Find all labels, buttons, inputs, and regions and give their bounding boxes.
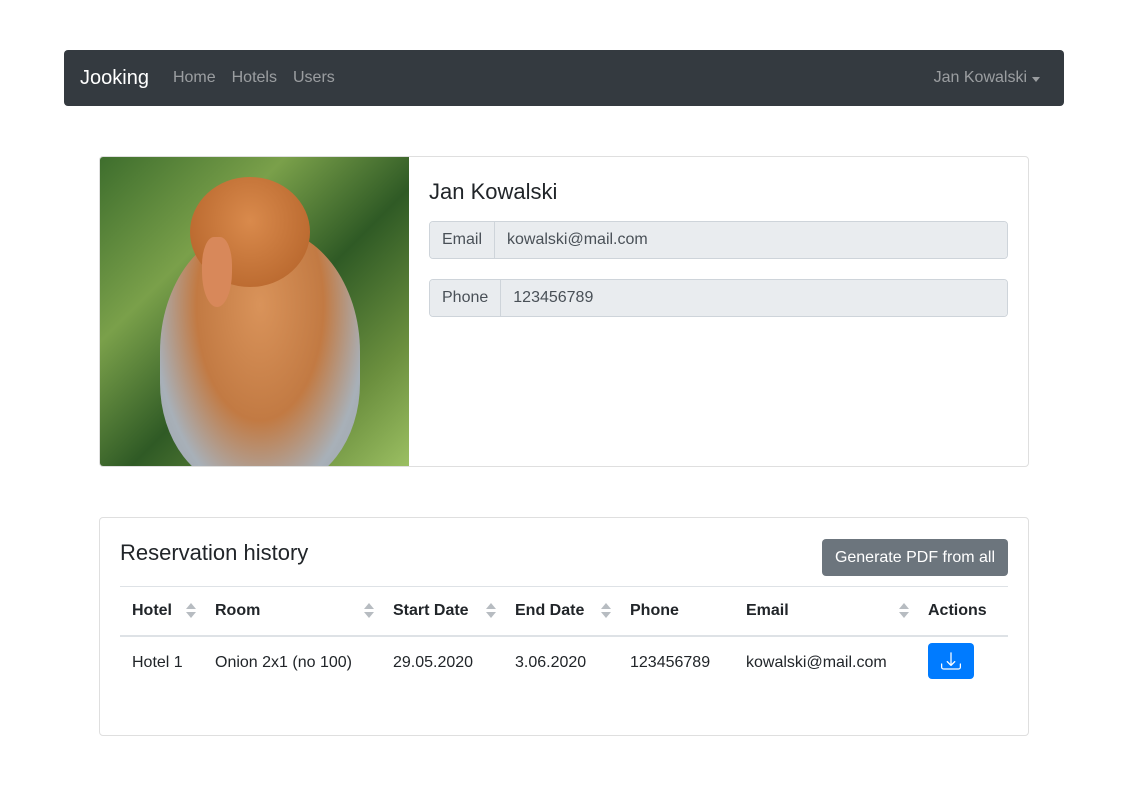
sort-icon bbox=[186, 603, 196, 619]
profile-name: Jan Kowalski bbox=[429, 179, 558, 204]
column-header-label: Phone bbox=[630, 601, 679, 619]
column-header-hotel[interactable]: Hotel bbox=[120, 586, 203, 637]
profile-card: Jan Kowalski Email kowalski@mail.com Pho… bbox=[99, 156, 1029, 467]
column-header-label: End Date bbox=[515, 601, 585, 619]
cell-end-date: 3.06.2020 bbox=[515, 653, 587, 671]
sort-icon bbox=[601, 603, 611, 619]
column-header-label: Email bbox=[746, 601, 789, 619]
monkey-nose-shape bbox=[202, 237, 232, 307]
nav-link-home[interactable]: Home bbox=[165, 69, 224, 87]
sort-icon bbox=[364, 603, 374, 619]
generate-pdf-button[interactable]: Generate PDF from all bbox=[821, 539, 1008, 576]
download-button[interactable] bbox=[928, 642, 974, 679]
sort-icon bbox=[899, 603, 909, 619]
column-header-phone: Phone bbox=[618, 586, 734, 637]
reservation-table: Hotel Room Start Date End Date Phone Ema… bbox=[120, 586, 1008, 698]
cell-start-date: 29.05.2020 bbox=[393, 653, 474, 671]
column-header-label: Start Date bbox=[393, 601, 469, 619]
cell-room: Onion 2x1 (no 100) bbox=[215, 653, 352, 671]
reservation-history-title: Reservation history bbox=[120, 540, 309, 565]
column-header-start-date[interactable]: Start Date bbox=[381, 586, 503, 637]
email-field-group: Email kowalski@mail.com bbox=[429, 221, 1008, 259]
sort-icon bbox=[486, 603, 496, 619]
email-field: kowalski@mail.com bbox=[495, 222, 1007, 258]
nav-link-users[interactable]: Users bbox=[285, 69, 343, 87]
user-dropdown[interactable]: Jan Kowalski bbox=[934, 69, 1040, 87]
column-header-label: Room bbox=[215, 601, 261, 619]
cell-actions bbox=[916, 636, 1008, 698]
column-header-email[interactable]: Email bbox=[734, 586, 916, 637]
table-row: Hotel 1 Onion 2x1 (no 100) 29.05.2020 3.… bbox=[120, 636, 1008, 698]
table-header-row: Hotel Room Start Date End Date Phone Ema… bbox=[120, 586, 1008, 637]
phone-field: 123456789 bbox=[501, 280, 1007, 316]
navbar: Jooking Home Hotels Users Jan Kowalski bbox=[64, 50, 1064, 106]
nav-link-hotels[interactable]: Hotels bbox=[224, 69, 285, 87]
cell-email: kowalski@mail.com bbox=[746, 653, 887, 671]
profile-photo bbox=[100, 157, 409, 466]
profile-info: Jan Kowalski Email kowalski@mail.com Pho… bbox=[429, 157, 1008, 317]
column-header-label: Actions bbox=[928, 601, 987, 619]
cell-phone: 123456789 bbox=[630, 653, 711, 671]
email-field-label: Email bbox=[430, 222, 496, 258]
column-header-actions: Actions bbox=[916, 586, 1008, 637]
user-dropdown-label: Jan Kowalski bbox=[933, 69, 1027, 86]
column-header-room[interactable]: Room bbox=[203, 586, 381, 637]
cell-hotel: Hotel 1 bbox=[132, 653, 183, 671]
chevron-down-icon bbox=[1032, 76, 1040, 82]
reservation-history-card: Reservation history Generate PDF from al… bbox=[99, 517, 1029, 736]
brand-logo[interactable]: Jooking bbox=[80, 67, 149, 90]
phone-field-label: Phone bbox=[430, 280, 502, 316]
column-header-label: Hotel bbox=[132, 601, 172, 619]
phone-field-group: Phone 123456789 bbox=[429, 279, 1008, 317]
download-icon bbox=[941, 651, 961, 670]
column-header-end-date[interactable]: End Date bbox=[503, 586, 618, 637]
